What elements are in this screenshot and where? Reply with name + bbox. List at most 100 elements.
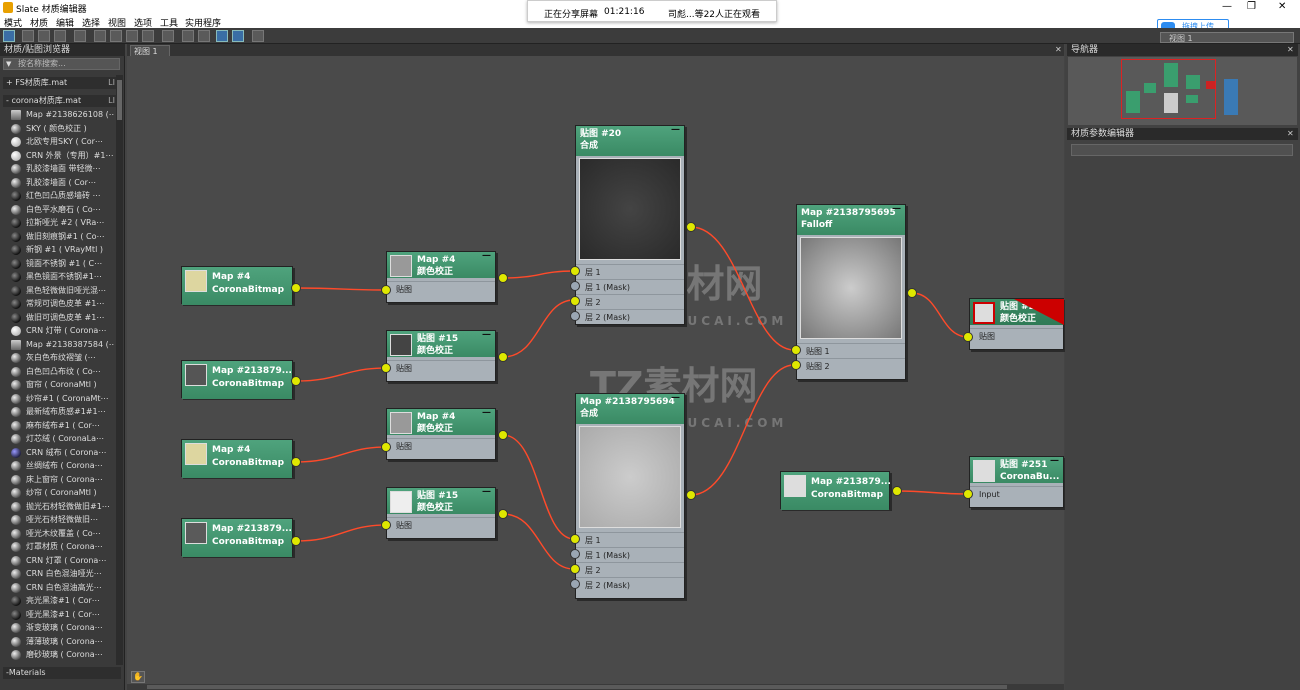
input-socket[interactable] [570,266,580,276]
param-editor-field[interactable] [1071,144,1293,156]
node-type: CoronaBitmap [212,379,285,389]
node-header[interactable]: 贴图 #20 合成 — [576,124,684,156]
node-preview [973,460,995,482]
node-title: Map #213879... [212,524,292,534]
right-panel [1065,44,1300,690]
pan-hand-icon[interactable]: ✋ [131,671,145,683]
node-title: Map #2138795694 [580,397,675,407]
input-socket[interactable] [570,296,580,306]
node-slot[interactable]: 层 2 [576,562,684,577]
node-type: 颜色校正 [417,424,454,434]
node-slot[interactable]: 层 2 (Mask) [576,577,684,592]
node-slot[interactable]: 贴图 1 [797,343,905,358]
input-socket[interactable] [381,285,391,295]
node-preview [185,522,207,544]
collapse-icon[interactable]: — [482,486,491,498]
input-socket[interactable] [381,520,391,530]
node-slot[interactable]: 层 1 [576,264,684,279]
node-title: Map #4 [417,255,456,265]
output-socket[interactable] [498,352,508,362]
material-node[interactable]: 贴图 #20 合成 — 层 1层 1 (Mask) 层 2层 2 (Mask) [575,125,685,325]
canvas-hscroll[interactable] [127,684,1064,690]
node-header[interactable]: Map #2138795695 Falloff — [797,203,905,235]
output-socket[interactable] [291,457,301,467]
input-socket[interactable] [570,549,580,559]
collapse-icon[interactable]: — [482,329,491,341]
input-socket[interactable] [381,442,391,452]
output-socket[interactable] [291,283,301,293]
node-preview [579,158,681,260]
output-socket[interactable] [498,273,508,283]
input-socket[interactable] [963,332,973,342]
node-slot[interactable]: 层 1 (Mask) [576,547,684,562]
node-title: 贴图 #251 [1000,460,1048,470]
node-slot[interactable]: 贴图 [387,281,495,296]
output-socket[interactable] [686,222,696,232]
collapse-icon[interactable]: — [482,407,491,419]
node-slot[interactable]: 贴图 [970,328,1063,343]
node-slot[interactable]: Input [970,486,1063,501]
input-socket[interactable] [570,311,580,321]
output-socket[interactable] [498,509,508,519]
collapse-icon[interactable]: — [1050,455,1059,467]
material-node[interactable]: Map #2138795694 合成 — 层 1层 1 (Mask) 层 2层 2 (M… [575,393,685,599]
param-close-icon[interactable]: ✕ [1287,129,1294,138]
wire [295,367,387,382]
node-slot[interactable]: 层 1 (Mask) [576,279,684,294]
material-node[interactable]: Map #4 CoronaBitmap [181,439,293,478]
node-type: CoronaBitmap [212,458,285,468]
input-socket[interactable] [570,564,580,574]
node-slot[interactable]: 贴图 [387,438,495,453]
node-title: 贴图 #15 [417,491,459,501]
collapse-icon[interactable]: — [482,250,491,262]
output-socket[interactable] [686,490,696,500]
material-node[interactable]: 贴图 #15 颜色校正 — 贴图 [386,487,496,539]
material-node[interactable]: Map #4 颜色校正 — 贴图 [386,408,496,460]
node-title: 贴图 #15 [417,334,459,344]
node-slot[interactable]: 贴图 2 [797,358,905,373]
collapse-icon[interactable]: — [671,124,680,136]
material-node[interactable]: Map #4 颜色校正 — 贴图 [386,251,496,303]
collapse-icon[interactable]: — [671,392,680,404]
wire [502,299,575,358]
node-preview [390,255,412,277]
node-slot[interactable]: 层 2 (Mask) [576,309,684,324]
navigator-close-icon[interactable]: ✕ [1287,45,1294,54]
input-socket[interactable] [570,534,580,544]
wire [295,287,387,291]
material-node[interactable]: Map #213879... CoronaBitmap [780,471,891,510]
node-slot[interactable]: 贴图 [387,360,495,375]
input-socket[interactable] [791,360,801,370]
node-preview [185,443,207,465]
input-socket[interactable] [570,579,580,589]
node-type: 颜色校正 [417,346,454,356]
output-socket[interactable] [907,288,917,298]
node-slot[interactable]: 层 1 [576,532,684,547]
node-title: Map #4 [417,412,456,422]
material-node[interactable]: Map #213879... CoronaBitmap [181,360,293,399]
navigator-viewport-rect[interactable] [1121,59,1216,119]
wire [911,292,969,338]
material-node[interactable]: Map #2138795695 Falloff — 贴图 1 贴图 2 [796,204,906,380]
output-socket[interactable] [892,486,902,496]
collapse-icon[interactable]: — [892,203,901,215]
input-socket[interactable] [381,363,391,373]
wire [502,270,575,279]
input-socket[interactable] [791,345,801,355]
output-socket[interactable] [291,376,301,386]
input-socket[interactable] [570,281,580,291]
input-socket[interactable] [963,489,973,499]
wire [690,226,795,351]
node-header[interactable]: Map #2138795694 合成 — [576,392,684,424]
node-preview [973,302,995,324]
node-slot[interactable]: 层 2 [576,294,684,309]
node-slot[interactable]: 贴图 [387,517,495,532]
material-node[interactable]: Map #213879... CoronaBitmap [181,518,293,557]
material-node[interactable]: 贴图 #251 CoronaBu... — Input [969,456,1064,508]
wire [502,434,575,540]
output-socket[interactable] [291,536,301,546]
node-type: CoronaBitmap [212,285,285,295]
material-node[interactable]: 贴图 #15 颜色校正 — 贴图 [386,330,496,382]
material-node[interactable]: Map #4 CoronaBitmap [181,266,293,305]
output-socket[interactable] [498,430,508,440]
